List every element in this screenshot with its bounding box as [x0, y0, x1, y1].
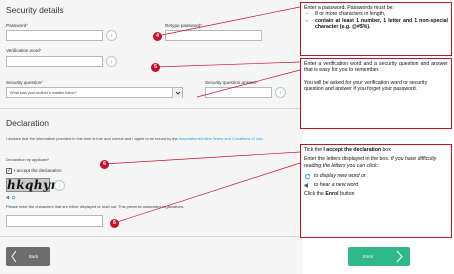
refresh-icon	[304, 174, 311, 180]
declaration-callout: Tick the I accept the declaration box En…	[300, 144, 452, 238]
password-rules-list: 8 or more characters in length, contain …	[304, 11, 448, 30]
declaration-callout-enter: Enter the letters displayed in the box. …	[304, 156, 437, 169]
speaker-icon	[304, 182, 308, 188]
declaration-callout-audio: to hear a new word	[304, 182, 448, 188]
password-rule: contain at least 1 number, 1 letter and …	[304, 18, 448, 31]
step-badge-5: 5	[151, 63, 160, 72]
step-badge-6b: 6	[110, 219, 119, 228]
declaration-callout-click: Click the Enrol button	[304, 191, 355, 198]
password-callout: Enter a password. Passwords must be: 8 o…	[300, 2, 452, 56]
verification-callout-p1: Enter a verification word and a security…	[304, 61, 448, 74]
declaration-callout-refresh: to display new word or	[304, 173, 448, 180]
declaration-callout-tick: Tick the I accept the declaration box	[304, 147, 391, 153]
verification-callout: Enter a verification word and a security…	[300, 58, 452, 129]
step-badge-4: 4	[153, 32, 162, 41]
verification-callout-p2: You will be asked for your verification …	[304, 79, 428, 93]
step-badge-6a: 6	[100, 160, 109, 169]
